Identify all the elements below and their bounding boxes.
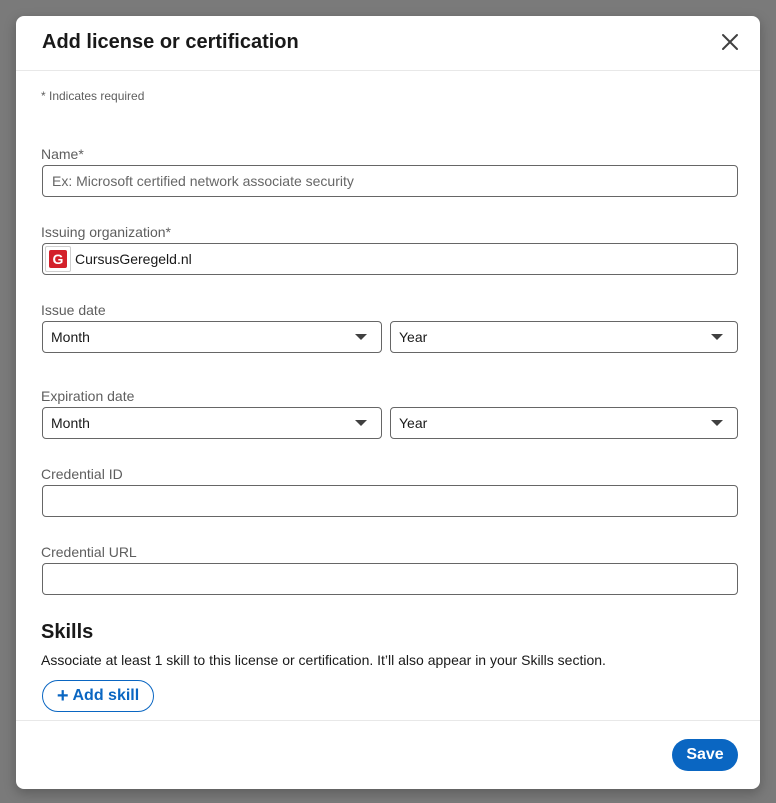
issuing-org-label: Issuing organization* xyxy=(41,224,171,240)
org-logo-icon: G xyxy=(49,250,67,268)
expiration-month-select[interactable]: Month xyxy=(42,407,382,439)
issuing-org-input[interactable]: G CursusGeregeld.nl xyxy=(42,243,738,275)
expiration-date-label: Expiration date xyxy=(41,388,135,404)
required-note: * Indicates required xyxy=(41,89,145,103)
chevron-down-icon xyxy=(355,420,367,426)
name-input[interactable] xyxy=(42,165,738,197)
close-button[interactable] xyxy=(716,28,744,56)
dialog-footer: Save xyxy=(16,720,760,789)
chevron-down-icon xyxy=(355,334,367,340)
add-certification-dialog: Add license or certification * Indicates… xyxy=(16,16,760,789)
chevron-down-icon xyxy=(711,334,723,340)
dialog-header: Add license or certification xyxy=(16,16,760,71)
issue-month-select[interactable]: Month xyxy=(42,321,382,353)
skills-heading: Skills xyxy=(41,621,94,643)
issue-date-label: Issue date xyxy=(41,302,106,318)
plus-icon: + xyxy=(56,685,69,707)
org-logo: G xyxy=(45,246,71,272)
credential-id-label: Credential ID xyxy=(41,466,123,482)
credential-url-input[interactable] xyxy=(42,563,738,595)
close-icon xyxy=(722,34,738,50)
add-skill-button[interactable]: + Add skill xyxy=(42,680,154,712)
issue-month-value: Month xyxy=(51,329,90,345)
name-label: Name* xyxy=(41,146,84,162)
add-skill-label: Add skill xyxy=(72,687,140,704)
issue-year-value: Year xyxy=(399,329,428,345)
skills-description: Associate at least 1 skill to this licen… xyxy=(41,652,606,668)
dialog-title: Add license or certification xyxy=(42,31,299,53)
credential-id-input[interactable] xyxy=(42,485,738,517)
expiration-year-select[interactable]: Year xyxy=(390,407,738,439)
issuing-org-value: CursusGeregeld.nl xyxy=(75,251,192,267)
org-logo-letter: G xyxy=(53,251,64,267)
expiration-month-value: Month xyxy=(51,415,90,431)
chevron-down-icon xyxy=(711,420,723,426)
expiration-year-value: Year xyxy=(399,415,428,431)
credential-url-label: Credential URL xyxy=(41,544,137,560)
issue-year-select[interactable]: Year xyxy=(390,321,738,353)
save-button[interactable]: Save xyxy=(672,739,738,771)
